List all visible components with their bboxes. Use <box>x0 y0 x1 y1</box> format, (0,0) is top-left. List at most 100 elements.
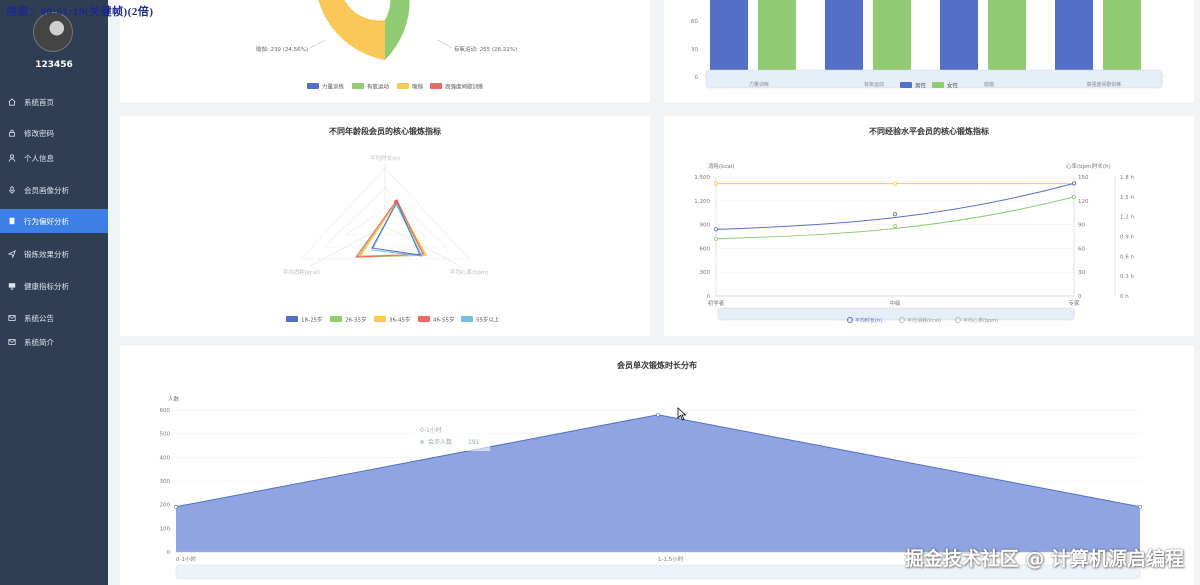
mid-y-tick-label: 90 <box>1078 223 1085 229</box>
y-tick-label: 400 <box>160 455 171 461</box>
legend-swatch[interactable] <box>461 316 473 322</box>
legend-swatch[interactable] <box>330 316 342 322</box>
bar-mark[interactable] <box>873 0 911 76</box>
legend-swatch[interactable] <box>430 83 442 89</box>
sidebar-item-member-profile[interactable]: 会员画像分析 <box>0 178 108 202</box>
legend-swatch[interactable] <box>374 316 386 322</box>
legend-swatch[interactable] <box>397 83 409 89</box>
legend-swatch[interactable] <box>418 316 430 322</box>
bar-mark[interactable] <box>710 0 748 76</box>
sidebar-item-change-password[interactable]: 修改密码 <box>0 121 108 145</box>
line-point[interactable] <box>1071 194 1076 199</box>
bar-mark[interactable] <box>940 0 978 76</box>
pie-slice-yoga[interactable] <box>316 0 385 60</box>
legend-label[interactable]: 瑜伽 <box>412 83 424 91</box>
y-tick-label: 300 <box>160 479 171 485</box>
legend-label[interactable]: 26-35岁 <box>345 316 366 324</box>
line-point[interactable] <box>1071 181 1076 186</box>
legend-swatch[interactable] <box>932 82 944 88</box>
area-point[interactable] <box>174 504 178 509</box>
legend-label[interactable]: 36-45岁 <box>389 316 410 324</box>
sidebar-item-label: 会员画像分析 <box>24 185 69 195</box>
left-axis-name: 消耗(kcal) <box>708 162 734 170</box>
sidebar-item-health[interactable]: 健康指标分析 <box>0 274 108 298</box>
radar-indicator-label: 平均心率(bpm) <box>450 268 489 276</box>
line-point[interactable] <box>714 227 719 232</box>
lock-icon <box>8 129 16 137</box>
pie-label-cardio: 有氧运动: 255 (26.21%) <box>454 45 517 53</box>
y-tick-label: 200 <box>160 503 171 509</box>
sidebar-item-behavior[interactable]: 行为偏好分析 <box>0 209 108 233</box>
legend-label[interactable]: 有氧运动 <box>367 83 390 91</box>
radar-series-26-35[interactable] <box>356 201 426 258</box>
sidebar-item-effect[interactable]: 锻炼效果分析 <box>0 242 108 266</box>
x-tick-label: 初学者 <box>708 299 725 307</box>
bar-mark[interactable] <box>825 0 863 76</box>
right-y-tick-label: 0.3 h <box>1120 274 1134 280</box>
x-tick-label: 1-1.5小时 <box>658 555 684 563</box>
legend-label[interactable]: 平均消耗(kcal) <box>907 317 941 324</box>
legend-label[interactable]: 55岁以上 <box>476 316 500 324</box>
watermark-text: 掘金技术社区 @ 计算机源启编程 <box>904 548 1184 570</box>
line-chart-card: 不同经验水平会员的核心锻炼指标 消耗(kcal) 心率(bpm) 时长(h) 1… <box>664 116 1194 336</box>
legend-label[interactable]: 女性 <box>947 82 959 90</box>
sidebar-item-home[interactable]: 系统首页 <box>0 90 108 114</box>
radar-indicator-label: 平均消耗(kcal) <box>283 268 320 276</box>
tooltip-box <box>412 421 490 451</box>
sidebar: 123456 系统首页 修改密码 个人信息 会员画像分析 行为偏好分析 锻炼效果… <box>0 0 108 585</box>
y-tick-label: 100 <box>160 526 171 532</box>
right-y-tick-label: 0.9 h <box>1120 235 1134 241</box>
line-series[interactable] <box>715 182 1075 230</box>
radar-point[interactable] <box>393 199 399 205</box>
sidebar-item-about[interactable]: 系统简介 <box>0 330 108 354</box>
sidebar-item-announcement[interactable]: 系统公告 <box>0 306 108 330</box>
legend-swatch[interactable] <box>352 83 364 89</box>
main-content: 瑜伽: 239 (24.56%) 有氧运动: 255 (26.21%) 力量训练… <box>108 0 1200 585</box>
legend-label[interactable]: 高强度间歇训练 <box>445 83 484 91</box>
mic-icon <box>8 186 16 194</box>
left-y-tick-label: 600 <box>700 246 711 252</box>
y-tick-label: 500 <box>160 432 171 438</box>
legend-label[interactable]: 平均时长(h) <box>855 317 882 324</box>
line-point[interactable] <box>714 236 719 241</box>
y-tick-label: 30 <box>691 47 698 53</box>
y-tick-label: 600 <box>160 408 171 414</box>
line-point[interactable] <box>714 181 719 186</box>
right-y-tick-label: 1.2 h <box>1120 215 1134 221</box>
pie-label-yoga: 瑜伽: 239 (24.56%) <box>256 45 308 53</box>
line-point[interactable] <box>892 224 897 229</box>
user-icon <box>8 154 16 162</box>
sidebar-item-label: 个人信息 <box>24 153 54 163</box>
tooltip: 0-1小时 会员人数 191 <box>412 421 490 451</box>
radar-indicator-label: 平均时长(h) <box>370 154 400 162</box>
line-point[interactable] <box>892 212 897 217</box>
bar-mark[interactable] <box>1055 0 1093 76</box>
right-axis-name: 时长(h) <box>1092 162 1111 170</box>
area-point[interactable] <box>1138 504 1142 509</box>
legend-swatch[interactable] <box>286 316 298 322</box>
bar-mark[interactable] <box>988 0 1026 76</box>
legend-swatch[interactable] <box>900 82 912 88</box>
line-point[interactable] <box>892 181 897 186</box>
legend-label[interactable]: 46-55岁 <box>433 316 454 324</box>
radar-series <box>354 199 428 258</box>
area-fill[interactable] <box>176 414 1140 552</box>
left-y-tick-label: 300 <box>700 270 711 276</box>
data-zoom-slider[interactable] <box>717 307 1075 321</box>
bar-mark[interactable] <box>1103 0 1141 76</box>
legend-label[interactable]: 力量训练 <box>322 83 345 91</box>
pie-slice-cardio[interactable] <box>385 0 410 60</box>
y-tick-label: 0 <box>167 550 171 556</box>
mid-y-tick-label: 30 <box>1078 270 1085 276</box>
legend-swatch[interactable] <box>307 83 319 89</box>
area-point[interactable] <box>656 412 660 417</box>
sidebar-item-label: 系统简介 <box>24 337 54 347</box>
sidebar-item-profile[interactable]: 个人信息 <box>0 146 108 170</box>
bar-mark[interactable] <box>758 0 796 76</box>
legend-label[interactable]: 18-25岁 <box>301 316 322 324</box>
legend-label[interactable]: 男性 <box>915 82 927 90</box>
line-chart: 消耗(kcal) 心率(bpm) 时长(h) 1,5001,2009006003… <box>694 162 1134 324</box>
sidebar-item-label: 系统首页 <box>24 97 54 107</box>
legend-label[interactable]: 平均心率(bpm) <box>963 317 998 324</box>
sidebar-item-label: 系统公告 <box>24 313 54 323</box>
